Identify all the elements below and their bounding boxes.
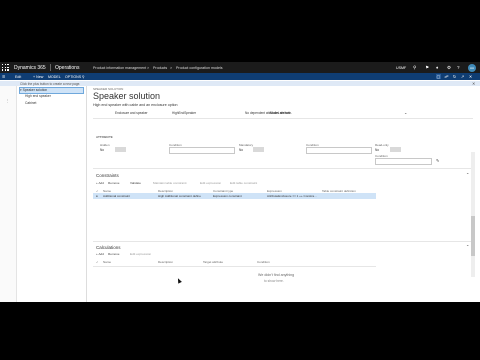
table-cell[interactable]: AttributeEnclosure == 1 ++ Constra...	[267, 194, 317, 198]
tree-node-root[interactable]: ▾ Speaker solution	[19, 87, 84, 94]
avatar[interactable]: AA	[468, 63, 476, 72]
breadcrumb-item[interactable]: Product information management	[93, 66, 146, 70]
maintain-table-constraint-button[interactable]: Maintain table constraint	[153, 181, 187, 185]
application-window: Dynamics 365 Operations Product informat…	[0, 62, 480, 302]
chevron-up-icon[interactable]: ⌃	[466, 244, 469, 249]
add-button[interactable]: + Add	[96, 181, 104, 185]
divider	[93, 168, 473, 169]
filter-icon[interactable]: ⋮	[5, 98, 10, 103]
model-tree: ▾ Speaker solution High end speaker Cabi…	[17, 86, 87, 302]
remove-button[interactable]: Remove	[108, 181, 120, 185]
left-strip: ⋮	[0, 86, 17, 302]
page-title: Speaker solution	[93, 91, 161, 101]
validate-button[interactable]: Validate	[130, 181, 141, 185]
table-cell[interactable]: Expression constraint	[213, 194, 242, 198]
flag-icon[interactable]: ⚑	[425, 65, 429, 70]
row-selector[interactable]: ●	[96, 194, 98, 198]
search-icon[interactable]: ⚲	[413, 65, 416, 70]
table-cell[interactable]: Additional constraint	[103, 194, 130, 198]
vertical-scrollbar[interactable]	[471, 152, 475, 277]
table-cell[interactable]: High Additional constraint define	[158, 194, 201, 198]
tree-node[interactable]: High end speaker	[25, 94, 51, 99]
add-button[interactable]: + Add	[96, 252, 104, 256]
company-picker[interactable]: USMF	[396, 66, 406, 70]
condition-field[interactable]	[306, 147, 372, 154]
top-nav-bar: Dynamics 365 Operations Product informat…	[0, 62, 480, 73]
tree-node[interactable]: Cabinet	[25, 101, 36, 106]
refresh-icon[interactable]: ↻	[452, 74, 457, 79]
field-value[interactable]: Enclosure and speaker	[115, 111, 148, 115]
toggle-chip[interactable]	[253, 147, 264, 152]
edit-expression-button[interactable]: Edit expression	[200, 181, 221, 185]
edit-expression-button[interactable]: Edit expression	[130, 252, 151, 256]
edit-icon[interactable]: ✎	[436, 158, 439, 163]
nav-separator	[50, 64, 51, 71]
divider	[93, 266, 376, 267]
popout-icon[interactable]: ↗	[460, 74, 465, 79]
action-search-icon[interactable]: ⚲	[82, 75, 85, 79]
constraints-title[interactable]: Constraints	[96, 173, 119, 178]
breadcrumb-item[interactable]: Product configuration models	[176, 66, 223, 70]
field-label: Read-only	[375, 143, 389, 147]
table-row[interactable]: ● Additional constraint High Additional …	[93, 193, 376, 199]
brand-name[interactable]: Dynamics 365	[14, 65, 46, 71]
main-content: SPEAKER SOLUTION Speaker solution High e…	[90, 86, 475, 302]
divider	[93, 118, 473, 119]
hamburger-icon[interactable]: ☰	[2, 75, 5, 79]
field-value[interactable]: No	[375, 148, 379, 152]
divider	[93, 241, 473, 242]
scrollbar-thumb[interactable]	[471, 216, 475, 256]
tab-options[interactable]: OPTIONS	[65, 75, 81, 79]
field-value[interactable]: Model attribute	[270, 111, 291, 115]
column-header[interactable]: Description	[158, 260, 173, 264]
collapse-icon[interactable]: ▾	[20, 88, 22, 92]
remove-button[interactable]: Remove	[108, 252, 120, 256]
bell-icon[interactable]: ♦	[436, 65, 438, 70]
page-subtitle: High end speaker with cable and an enclo…	[93, 103, 178, 107]
attach-icon[interactable]: ☍	[444, 74, 449, 79]
field-label: Hidden	[100, 143, 110, 147]
attribute-section-header[interactable]: ATTRIBUTE	[96, 135, 113, 139]
field-value[interactable]: HighEndSpeaker	[172, 111, 196, 115]
empty-state-text: We didn't find anything	[258, 273, 295, 277]
edit-button[interactable]: Edit	[15, 75, 21, 79]
toggle-chip[interactable]	[115, 147, 126, 152]
office-icon[interactable]: ▢	[436, 74, 441, 79]
product-name[interactable]: Operations	[55, 65, 79, 71]
chevron-down-icon[interactable]: ⌄	[404, 110, 407, 115]
condition-field[interactable]	[169, 147, 235, 154]
close-icon[interactable]: ✕	[468, 74, 473, 79]
breadcrumb-item[interactable]: Products	[153, 66, 167, 70]
field-value[interactable]: No	[239, 148, 243, 152]
calculations-title[interactable]: Calculations	[96, 245, 121, 250]
new-button[interactable]: + New	[33, 75, 43, 79]
column-header[interactable]: Condition	[257, 260, 270, 264]
condition-field[interactable]	[375, 158, 432, 165]
column-select-icon[interactable]: ✓	[96, 260, 99, 264]
chevron-up-icon[interactable]: ⌃	[466, 172, 469, 177]
field-value[interactable]: No	[100, 148, 104, 152]
breadcrumb-separator: >	[147, 65, 150, 70]
action-pane: ☰ Edit + New MODEL OPTIONS ⚲ ▢ ☍ ↻ ↗ ✕	[0, 73, 480, 80]
empty-state-subtext: to show here.	[264, 279, 284, 283]
edit-table-constraint-button[interactable]: Edit table constraint	[230, 181, 257, 185]
toggle-chip[interactable]	[390, 147, 401, 152]
help-icon[interactable]: ?	[457, 65, 460, 70]
column-header[interactable]: Name	[103, 260, 111, 264]
field-label: Mandatory	[239, 143, 254, 147]
app-launcher-icon[interactable]	[2, 64, 9, 71]
tab-model[interactable]: MODEL	[48, 75, 61, 79]
column-header[interactable]: Target attribute	[203, 260, 223, 264]
message-text: Click the plus button to create a new pa…	[20, 81, 81, 86]
gear-icon[interactable]: ⚙	[447, 65, 451, 70]
breadcrumb-separator: >	[170, 65, 173, 70]
